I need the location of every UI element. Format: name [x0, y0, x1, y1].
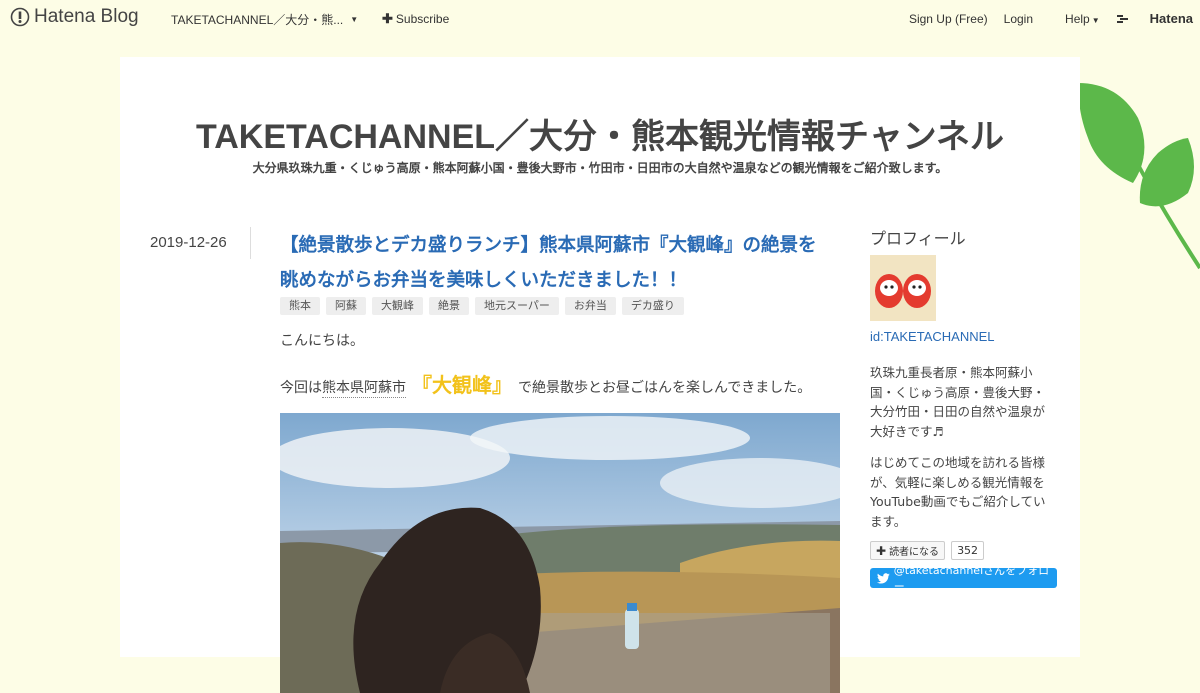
- header-right-menu: Sign Up (Free) Login Help ▼ Hatena: [893, 11, 1193, 26]
- login-link[interactable]: Login: [1004, 12, 1033, 26]
- twitter-follow-button[interactable]: @taketachannelさんをフォロー: [870, 564, 1057, 593]
- global-header: Hatena Blog TAKETACHANNEL／大分・熊... ▼ ✚ Su…: [0, 0, 1200, 36]
- blog-name-label: TAKETACHANNEL／大分・熊...: [171, 13, 344, 27]
- blog-title[interactable]: TAKETACHANNEL／大分・熊本観光情報チャンネル: [120, 109, 1080, 158]
- tag-link[interactable]: お弁当: [564, 297, 616, 315]
- tag-link[interactable]: 熊本: [280, 297, 320, 315]
- tag-link[interactable]: 大観峰: [372, 297, 423, 315]
- daruma-avatar[interactable]: [870, 255, 936, 321]
- entry-photo: [280, 413, 840, 693]
- signup-link[interactable]: Sign Up (Free): [909, 12, 988, 26]
- entry-intro: 今回は 熊本県阿蘇市 『大観峰』 で絶景散歩とお昼ごはんを楽しんできました。: [280, 369, 811, 398]
- date-divider: [250, 227, 251, 259]
- hatena-label: Hatena: [1149, 11, 1193, 26]
- tag-link[interactable]: 阿蘇: [326, 297, 366, 315]
- plus-icon: ✚: [382, 11, 393, 26]
- hatena-link[interactable]: Hatena: [1116, 11, 1193, 26]
- main-panel: TAKETACHANNEL／大分・熊本観光情報チャンネル 大分県玖珠九重・くじゅ…: [120, 57, 1080, 693]
- reader-count: 352: [951, 541, 985, 560]
- hatena-logo-icon: [1116, 14, 1128, 23]
- caret-down-icon: ▼: [350, 15, 359, 24]
- hatena-blog-logo-text: Hatena Blog: [34, 6, 139, 27]
- profile-id-link[interactable]: id:TAKETACHANNEL: [870, 329, 995, 344]
- entry-date[interactable]: 2019-12-26: [150, 234, 227, 251]
- keyword-link[interactable]: 熊本県阿蘇市: [322, 377, 406, 398]
- caret-down-icon: ▼: [1091, 15, 1100, 25]
- entry-title-line2: 眺めながらお弁当を美味しくいただきました！！: [280, 270, 688, 291]
- profile-heading: プロフィール: [870, 229, 966, 248]
- blog-name-dropdown[interactable]: TAKETACHANNEL／大分・熊... ▼: [171, 11, 358, 28]
- entry-title-line1: 【絶景散歩とデカ盛りランチ】熊本県阿蘇市『大観峰』の絶景を: [280, 235, 817, 256]
- twitter-bird-icon: [877, 572, 890, 584]
- help-menu[interactable]: Help ▼: [1049, 12, 1100, 26]
- subscribe-button[interactable]: ✚ Subscribe: [382, 11, 449, 27]
- twitter-follow-label: @taketachannelさんをフォロー: [893, 564, 1050, 593]
- hatena-blog-logo[interactable]: Hatena Blog: [10, 6, 139, 28]
- intro-highlight: 『大観峰』: [412, 373, 512, 397]
- subscribe-label: Subscribe: [395, 12, 450, 26]
- reader-button-label: 読者になる: [889, 547, 940, 558]
- hatena-blog-logo-icon: [10, 7, 30, 27]
- help-label: Help: [1065, 11, 1090, 26]
- profile-text-1: 玖珠九重長者原・熊本阿蘇小国・くじゅう高原・豊後大野・大分竹田・日田の自然や温泉…: [870, 365, 1046, 439]
- become-reader-button[interactable]: ✚ 読者になる: [870, 541, 946, 560]
- tag-link[interactable]: 絶景: [429, 297, 469, 315]
- entry-greeting: こんにちは。: [280, 333, 364, 349]
- profile-text-2: はじめてこの地域を訪れる皆様が、気軽に楽しめる観光情報をYouTube動画でもご…: [870, 455, 1046, 529]
- plus-icon: ✚: [876, 543, 887, 558]
- reader-widget: ✚ 読者になる 352: [870, 541, 985, 560]
- entry-tags: 熊本 阿蘇 大観峰 絶景 地元スーパー お弁当 デカ盛り: [280, 297, 690, 315]
- tag-link[interactable]: デカ盛り: [621, 297, 684, 315]
- intro-suffix: で絶景散歩とお昼ごはんを楽しんできました。: [518, 380, 812, 396]
- entry-title[interactable]: 【絶景散歩とデカ盛りランチ】熊本県阿蘇市『大観峰』の絶景を 眺めながらお弁当を美…: [280, 228, 840, 298]
- leaf-decoration: [1078, 83, 1200, 270]
- blog-description: 大分県玖珠九重・くじゅう高原・熊本阿蘇小国・豊後大野市・竹田市・日田市の大自然や…: [252, 161, 948, 175]
- intro-prefix: 今回は: [280, 380, 322, 396]
- tag-link[interactable]: 地元スーパー: [475, 297, 559, 315]
